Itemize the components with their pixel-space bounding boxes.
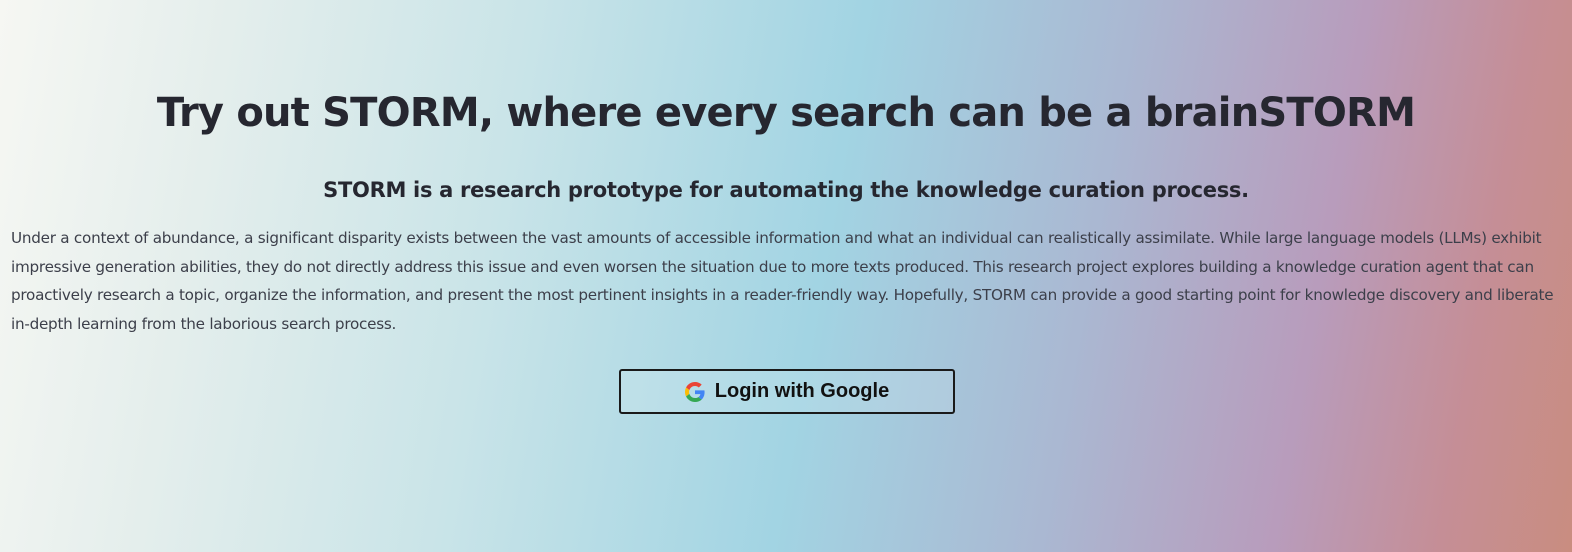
page-subtitle: STORM is a research prototype for automa… bbox=[323, 178, 1249, 202]
page-title: Try out STORM, where every search can be… bbox=[156, 90, 1416, 136]
google-g-icon bbox=[684, 381, 705, 402]
login-with-google-button[interactable]: Login with Google bbox=[619, 369, 955, 414]
login-button-label: Login with Google bbox=[714, 380, 890, 402]
hero-section: Try out STORM, where every search can be… bbox=[0, 0, 1572, 552]
project-description: Under a context of abundance, a signific… bbox=[11, 229, 1554, 333]
